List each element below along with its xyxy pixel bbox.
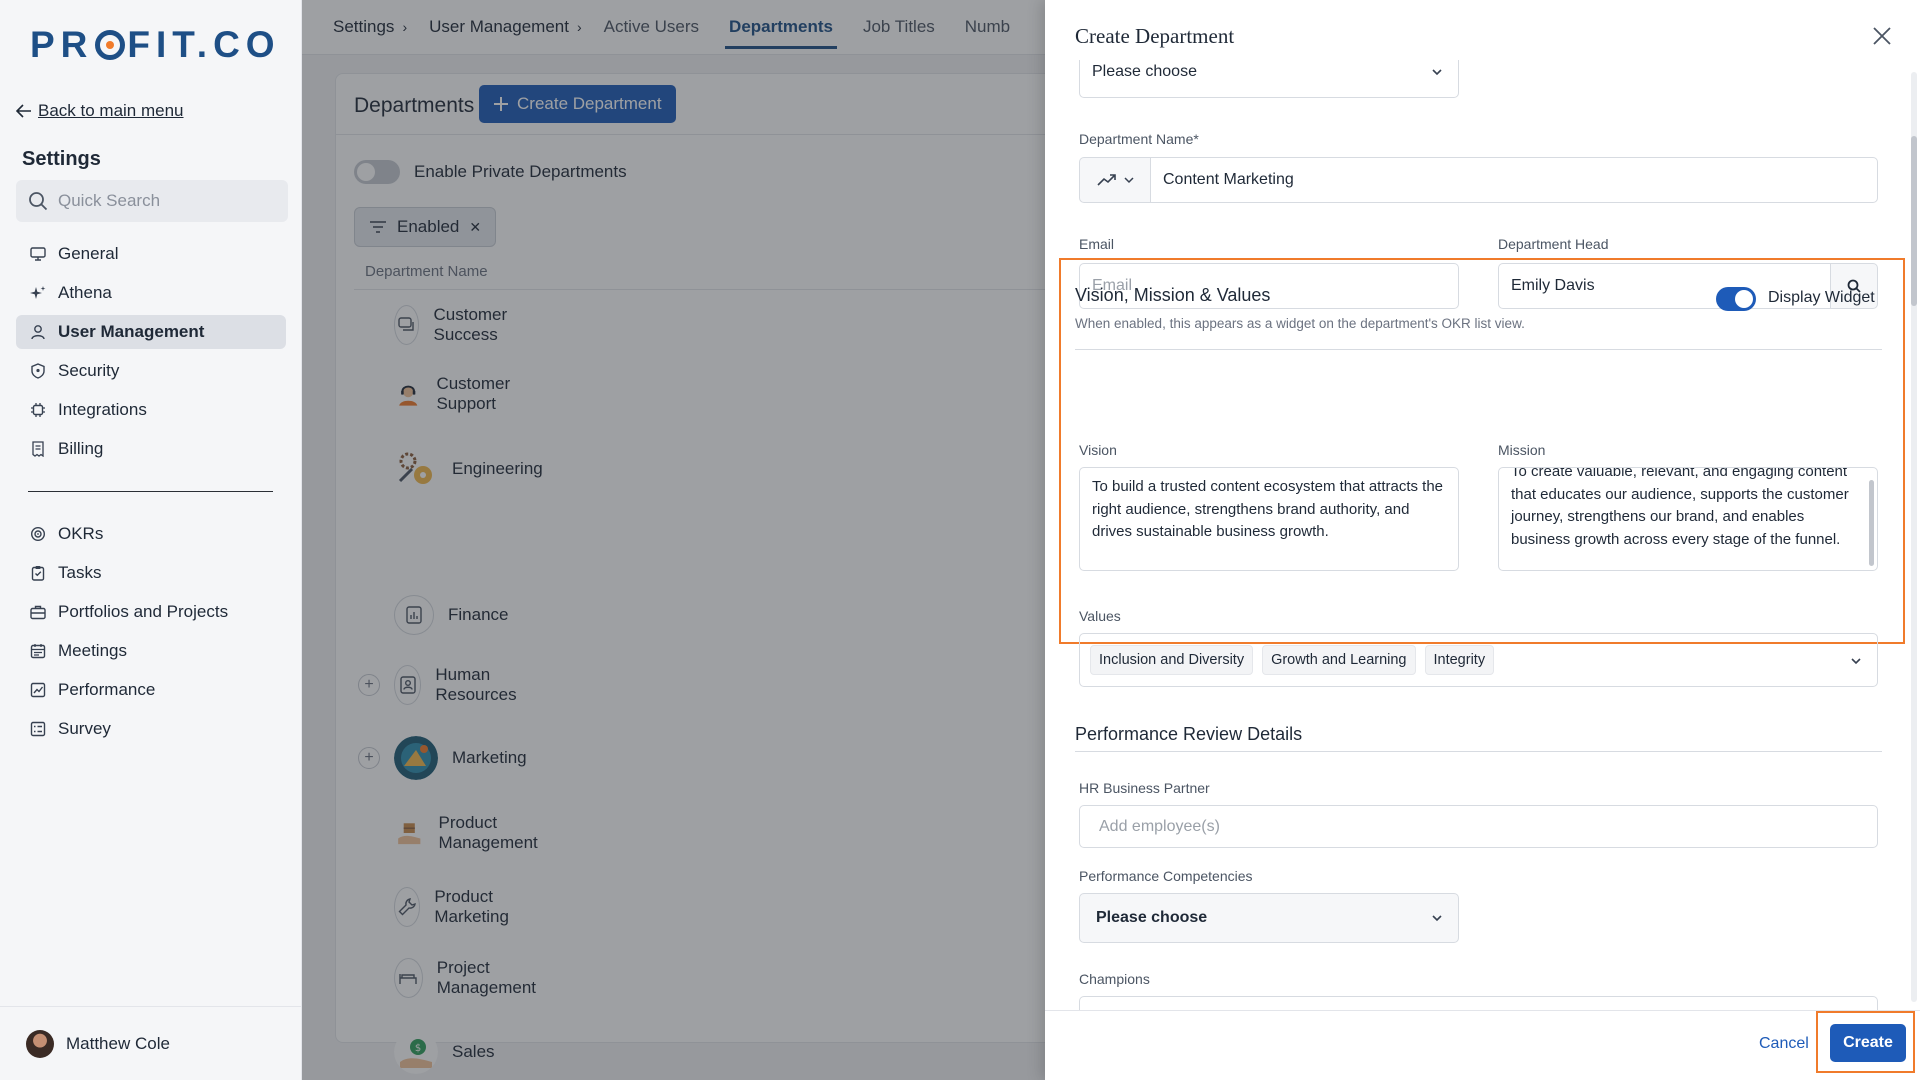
value-chip[interactable]: Integrity	[1424, 645, 1495, 675]
vision-label: Vision	[1079, 442, 1117, 458]
department-name-input[interactable]: Content Marketing	[1150, 157, 1878, 203]
user-name: Matthew Cole	[66, 1033, 170, 1053]
drawer-scrollbar[interactable]	[1911, 72, 1917, 1002]
department-head-label: Department Head	[1498, 236, 1609, 252]
chart-icon	[30, 682, 46, 698]
value-chip[interactable]: Growth and Learning	[1262, 645, 1416, 675]
back-to-main-menu-link[interactable]: Back to main menu	[16, 101, 184, 121]
logo-target-icon	[95, 30, 126, 60]
chevron-down-icon	[1123, 177, 1134, 184]
sidebar-item-athena[interactable]: Athena	[16, 276, 286, 310]
drawer-title: Create Department	[1075, 24, 1235, 48]
sidebar-item-security[interactable]: Security	[16, 354, 286, 388]
shield-icon	[31, 363, 45, 379]
hr-partner-label: HR Business Partner	[1079, 780, 1210, 796]
sidebar-nav-modules: OKRs Tasks Portfolios and Projects Meeti…	[16, 517, 286, 751]
sidebar-item-tasks[interactable]: Tasks	[16, 556, 286, 590]
user-profile[interactable]: Matthew Cole	[0, 1006, 302, 1080]
values-label: Values	[1079, 608, 1121, 624]
create-department-drawer: Create Department Please choose Departme…	[1045, 0, 1920, 1080]
search-icon	[29, 192, 48, 211]
profit-co-logo[interactable]: PR FIT.CO	[30, 24, 281, 66]
champions-label: Champions	[1079, 971, 1150, 987]
chevron-down-icon	[1851, 658, 1861, 665]
chevron-down-icon	[1432, 915, 1442, 922]
survey-icon	[30, 721, 46, 737]
sidebar-item-portfolios-and-projects[interactable]: Portfolios and Projects	[16, 595, 286, 629]
textarea-scrollbar[interactable]	[1869, 480, 1874, 566]
chip-icon	[31, 403, 45, 417]
sidebar-nav-primary: General Athena User Management Security …	[16, 237, 286, 471]
sparkle-icon	[30, 286, 46, 299]
divider	[1075, 751, 1882, 752]
drawer-footer: Cancel Create	[1045, 1010, 1920, 1080]
sidebar-item-general[interactable]: General	[16, 237, 286, 271]
close-icon[interactable]	[1870, 24, 1894, 48]
monitor-icon	[30, 247, 46, 261]
settings-heading: Settings	[22, 148, 101, 170]
mission-label: Mission	[1498, 442, 1546, 458]
scrollbar-thumb[interactable]	[1911, 136, 1917, 306]
department-icon-picker[interactable]	[1079, 157, 1151, 203]
parent-department-select[interactable]: Please choose	[1079, 60, 1459, 98]
sidebar-item-billing[interactable]: Billing	[16, 432, 286, 466]
sidebar-divider	[28, 491, 273, 492]
clipboard-icon	[31, 566, 45, 581]
sidebar-item-okrs[interactable]: OKRs	[16, 517, 286, 551]
competencies-select[interactable]: Please choose	[1079, 893, 1459, 943]
vmv-section-subtitle: When enabled, this appears as a widget o…	[1075, 316, 1525, 331]
vmv-section-title: Vision, Mission & Values	[1075, 285, 1271, 305]
arrow-left-icon	[16, 104, 31, 118]
sidebar: PR FIT.CO Back to main menu Settings Quic…	[0, 0, 302, 1080]
avatar	[26, 1029, 54, 1058]
vision-textarea[interactable]: To build a trusted content ecosystem tha…	[1079, 467, 1459, 571]
divider	[1075, 349, 1882, 350]
competencies-label: Performance Competencies	[1079, 868, 1253, 884]
briefcase-icon	[30, 605, 46, 620]
target-icon	[30, 526, 46, 542]
sidebar-item-performance[interactable]: Performance	[16, 673, 286, 707]
user-icon	[31, 325, 45, 340]
quick-search-input[interactable]: Quick Search	[16, 180, 288, 222]
mission-textarea[interactable]: To create valuable, relevant, and engagi…	[1498, 467, 1878, 571]
sidebar-item-survey[interactable]: Survey	[16, 712, 286, 746]
receipt-icon	[32, 441, 44, 457]
chevron-down-icon	[1432, 69, 1442, 76]
sidebar-item-meetings[interactable]: Meetings	[16, 634, 286, 668]
trending-up-icon	[1096, 174, 1116, 186]
back-link-label: Back to main menu	[38, 101, 184, 120]
performance-section-title: Performance Review Details	[1075, 724, 1303, 744]
create-button[interactable]: Create	[1830, 1024, 1906, 1062]
department-name-label: Department Name*	[1079, 131, 1199, 147]
champions-input[interactable]	[1079, 996, 1878, 1010]
sidebar-item-integrations[interactable]: Integrations	[16, 393, 286, 427]
display-widget-toggle[interactable]	[1716, 287, 1756, 311]
sidebar-item-user-management[interactable]: User Management	[16, 315, 286, 349]
value-chip[interactable]: Inclusion and Diversity	[1090, 645, 1254, 675]
email-label: Email	[1079, 236, 1115, 252]
hr-partner-input[interactable]: Add employee(s)	[1079, 805, 1878, 848]
cancel-button[interactable]: Cancel	[1759, 1035, 1809, 1053]
values-multiselect[interactable]: Inclusion and Diversity Growth and Learn…	[1079, 633, 1878, 687]
calendar-icon	[30, 644, 46, 659]
display-widget-label: Display Widget	[1768, 289, 1875, 306]
quick-search-placeholder: Quick Search	[58, 191, 161, 210]
